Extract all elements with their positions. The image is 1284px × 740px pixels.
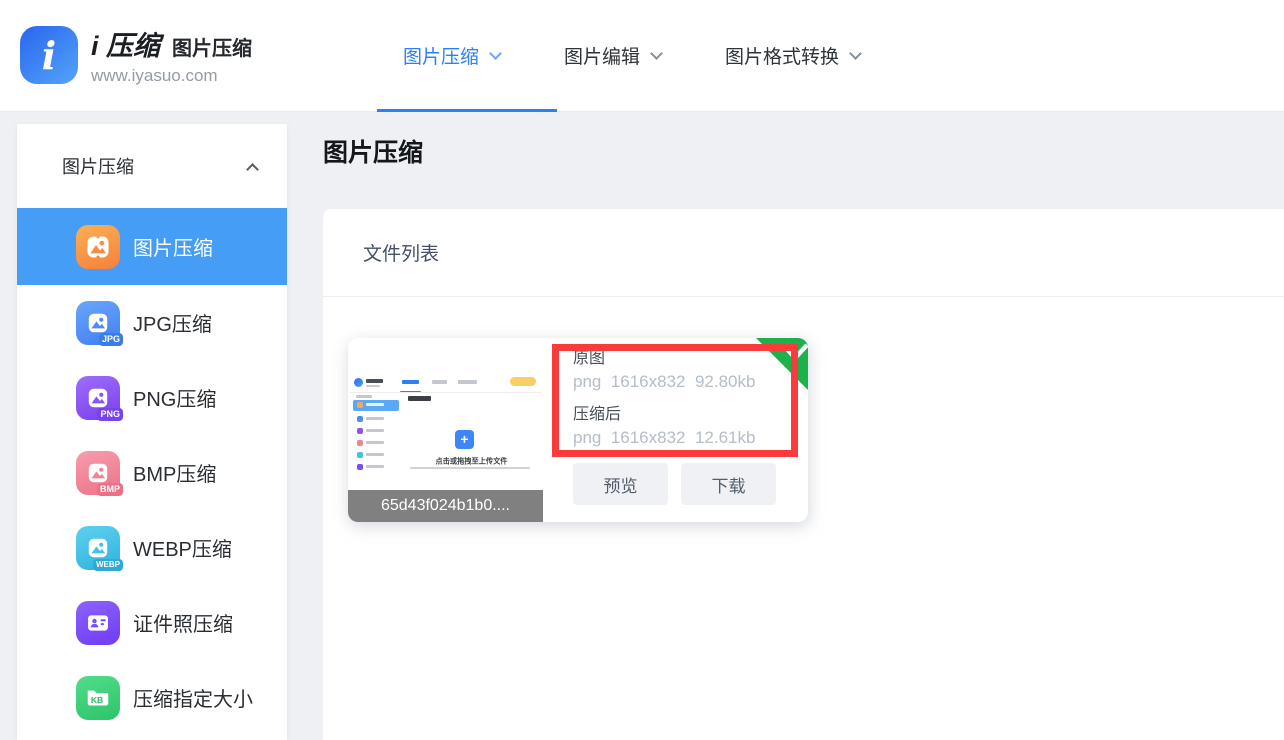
- sidebar: 图片压缩 图片压缩 JPG JPG压缩 PNG PNG压缩: [17, 124, 287, 740]
- file-thumbnail[interactable]: + 点击或拖拽至上传文件 65d43f024b1b0....: [348, 338, 543, 522]
- brand-name: i 压缩: [91, 24, 160, 63]
- jpg-compress-icon: JPG: [76, 301, 120, 345]
- compressed-label: 压缩后: [573, 403, 755, 426]
- sidebar-item-label: 证件照压缩: [133, 608, 233, 637]
- thumbnail-mini-screenshot: + 点击或拖拽至上传文件: [350, 374, 541, 472]
- sidebar-item-label: BMP压缩: [133, 458, 216, 487]
- sidebar-item-png-compress[interactable]: PNG PNG压缩: [17, 360, 287, 435]
- app-root: i i 压缩 图片压缩 www.iyasuo.com 图片压缩 图片编辑 图片格…: [0, 0, 1284, 740]
- brand-url: www.iyasuo.com: [91, 66, 252, 86]
- sidebar-item-label: PNG压缩: [133, 383, 216, 412]
- sidebar-item-label: 图片压缩: [133, 232, 213, 261]
- sidebar-item-compress-to-size[interactable]: KB 压缩指定大小: [17, 660, 287, 735]
- file-list-title: 文件列表: [363, 239, 439, 266]
- sidebar-item-webp-compress[interactable]: WEBP WEBP压缩: [17, 510, 287, 585]
- nav-item-label: 图片编辑: [564, 42, 640, 69]
- file-card: + 点击或拖拽至上传文件 65d43f024b1b0.... 原图 png 16…: [348, 338, 808, 522]
- svg-text:KB: KB: [91, 694, 103, 704]
- original-label: 原图: [573, 347, 755, 370]
- sidebar-item-idphoto-compress[interactable]: 证件照压缩: [17, 585, 287, 660]
- file-list-header: 文件列表: [323, 209, 1284, 297]
- icon-badge: JPG: [99, 333, 123, 346]
- mini-logo-icon: [354, 378, 363, 387]
- original-info: png 1616x832 92.80kb: [573, 370, 755, 394]
- bmp-compress-icon: BMP: [76, 451, 120, 495]
- image-compress-icon: [76, 225, 120, 269]
- top-nav: 图片压缩 图片编辑 图片格式转换: [403, 0, 860, 110]
- file-list-panel: 文件列表: [323, 209, 1284, 740]
- active-tab-underline: [377, 109, 557, 112]
- nav-item-label: 图片压缩: [403, 42, 479, 69]
- page-title: 图片压缩: [323, 133, 423, 169]
- brand-suffix: 图片压缩: [172, 32, 252, 61]
- sidebar-item-jpg-compress[interactable]: JPG JPG压缩: [17, 285, 287, 360]
- compress-to-size-icon: KB: [76, 676, 120, 720]
- header: i i 压缩 图片压缩 www.iyasuo.com 图片压缩 图片编辑 图片格…: [0, 0, 1284, 112]
- success-ribbon: [756, 338, 808, 390]
- nav-item-image-edit[interactable]: 图片编辑: [564, 42, 661, 69]
- webp-compress-icon: WEBP: [76, 526, 120, 570]
- sidebar-item-label: 压缩指定大小: [133, 683, 253, 712]
- nav-item-label: 图片格式转换: [725, 42, 839, 69]
- brand-logo-letter: i: [42, 33, 56, 78]
- sidebar-item-label: WEBP压缩: [133, 533, 232, 562]
- sidebar-item-image-compress[interactable]: 图片压缩: [17, 208, 287, 285]
- icon-badge: BMP: [97, 483, 123, 496]
- brand-text: i 压缩 图片压缩 www.iyasuo.com: [91, 24, 252, 86]
- icon-badge: WEBP: [93, 559, 123, 571]
- brand-logo-icon: i: [20, 26, 78, 84]
- file-name: 65d43f024b1b0....: [348, 490, 543, 522]
- chevron-up-icon: [246, 163, 259, 176]
- idphoto-compress-icon: [76, 601, 120, 645]
- mini-upload-text: 点击或拖拽至上传文件: [409, 457, 534, 467]
- nav-item-format-convert[interactable]: 图片格式转换: [725, 42, 860, 69]
- compressed-info: png 1616x832 12.61kb: [573, 426, 755, 450]
- mini-upload-plus-icon: +: [455, 430, 474, 449]
- download-button[interactable]: 下载: [681, 463, 776, 505]
- sidebar-item-bmp-compress[interactable]: BMP BMP压缩: [17, 435, 287, 510]
- file-info: 原图 png 1616x832 92.80kb 压缩后 png 1616x832…: [573, 347, 755, 459]
- chevron-down-icon: [489, 47, 502, 60]
- chevron-down-icon: [849, 47, 862, 60]
- sidebar-group-header[interactable]: 图片压缩: [17, 124, 287, 208]
- icon-badge: PNG: [97, 408, 123, 421]
- sidebar-item-label: JPG压缩: [133, 308, 212, 337]
- preview-button[interactable]: 预览: [573, 463, 668, 505]
- mini-vip-button: [510, 377, 536, 386]
- chevron-down-icon: [650, 47, 663, 60]
- sidebar-group-label: 图片压缩: [62, 153, 134, 179]
- brand-logo[interactable]: i i 压缩 图片压缩 www.iyasuo.com: [20, 24, 252, 86]
- png-compress-icon: PNG: [76, 376, 120, 420]
- nav-item-image-compress[interactable]: 图片压缩: [403, 42, 500, 69]
